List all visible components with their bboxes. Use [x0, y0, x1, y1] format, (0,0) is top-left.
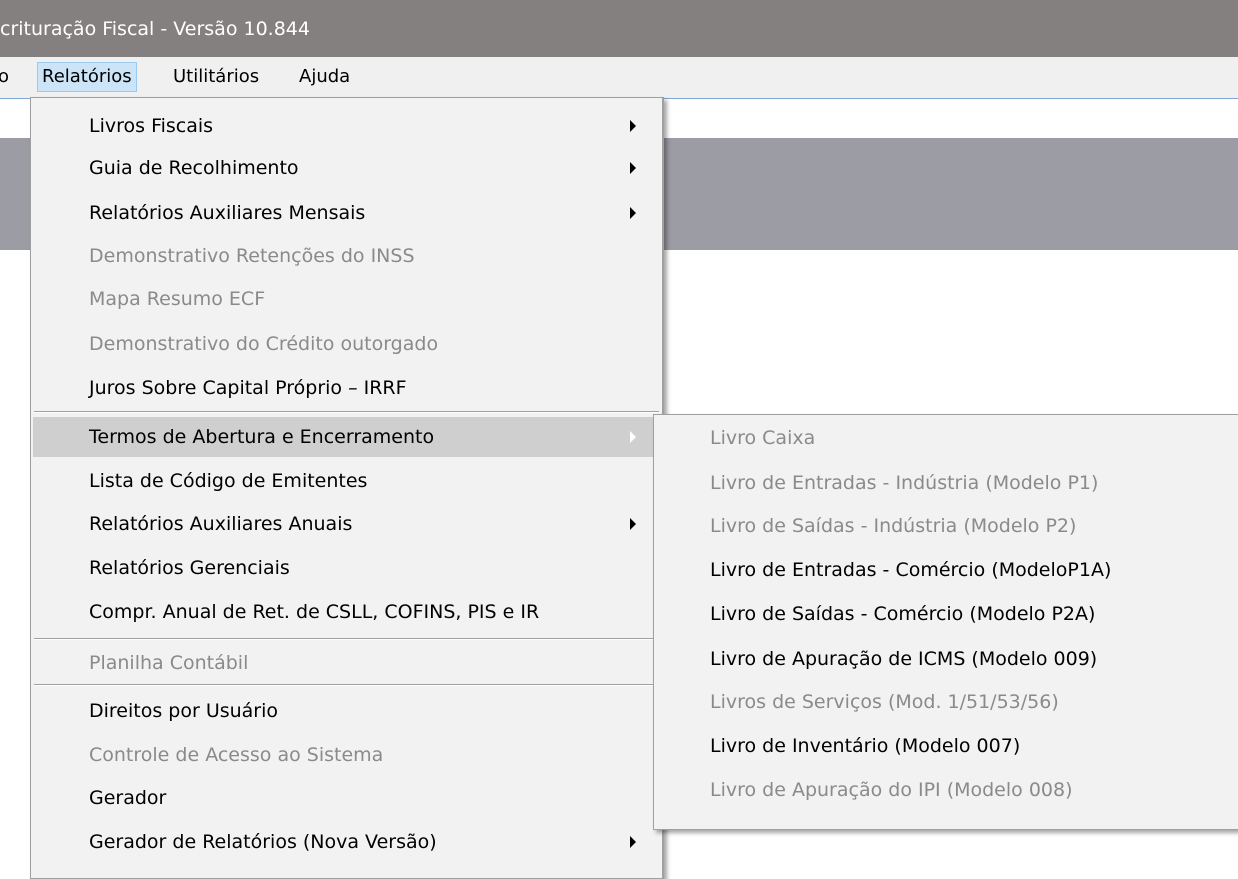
submenu-item-label: Livro de Saídas - Comércio (Modelo P2A): [710, 603, 1096, 625]
window-title: crituração Fiscal - Versão 10.844: [0, 18, 310, 40]
menu-item-label: Mapa Resumo ECF: [89, 288, 266, 310]
menu-item-mapa-resumo-ecf: Mapa Resumo ECF: [33, 279, 660, 319]
submenu-arrow-icon: [630, 431, 636, 443]
menu-item-label: Livros Fiscais: [89, 115, 214, 137]
submenu-item-label: Livro de Saídas - Indústria (Modelo P2): [710, 515, 1077, 537]
submenu-item-label: Livro de Apuração de ICMS (Modelo 009): [710, 648, 1098, 670]
menu-item-label: Demonstrativo Retenções do INSS: [89, 245, 415, 267]
title-bar: crituração Fiscal - Versão 10.844: [0, 0, 1238, 57]
workspace-edge: [0, 250, 12, 866]
menu-item-label: Juros Sobre Capital Próprio – IRRF: [89, 377, 407, 399]
menu-item-gerador[interactable]: Gerador: [33, 778, 660, 818]
menubar-item-ajuda[interactable]: Ajuda: [295, 62, 354, 92]
relatorios-menu: Livros Fiscais Guia de Recolhimento Rela…: [30, 97, 664, 879]
submenu-item-label: Livro de Entradas - Indústria (Modelo P1…: [710, 472, 1099, 494]
menu-item-controle-acesso-sistema: Controle de Acesso ao Sistema: [33, 735, 660, 775]
menu-item-label: Compr. Anual de Ret. de CSLL, COFINS, PI…: [89, 601, 540, 623]
menu-item-livros-fiscais[interactable]: Livros Fiscais: [33, 106, 660, 146]
submenu-item-livro-saidas-comercio[interactable]: Livro de Saídas - Comércio (Modelo P2A): [656, 594, 1237, 634]
menu-item-label: Gerador: [89, 787, 167, 809]
menubar-item-relatorios[interactable]: Relatórios: [37, 62, 137, 92]
submenu-arrow-icon: [630, 836, 636, 848]
submenu-item-label: Livros de Serviços (Mod. 1/51/53/56): [710, 691, 1059, 713]
menu-item-label: Termos de Abertura e Encerramento: [89, 426, 435, 448]
submenu-item-livro-inventario[interactable]: Livro de Inventário (Modelo 007): [656, 726, 1237, 766]
submenu-item-livro-saidas-industria: Livro de Saídas - Indústria (Modelo P2): [656, 506, 1237, 546]
menu-item-label: Relatórios Auxiliares Mensais: [89, 202, 366, 224]
submenu-item-label: Livro de Inventário (Modelo 007): [710, 735, 1021, 757]
submenu-item-livro-apuracao-ipi: Livro de Apuração do IPI (Modelo 008): [656, 770, 1237, 810]
menu-item-label: Relatórios Auxiliares Anuais: [89, 513, 353, 535]
menu-item-lista-codigo-emitentes[interactable]: Lista de Código de Emitentes: [33, 461, 660, 501]
submenu-item-label: Livro de Apuração do IPI (Modelo 008): [710, 779, 1073, 801]
menubar-item-utilitarios[interactable]: Utilitários: [169, 62, 263, 92]
submenu-item-livro-caixa: Livro Caixa: [656, 418, 1237, 458]
submenu-item-label: Livro Caixa: [710, 427, 816, 449]
submenu-item-livro-entradas-industria: Livro de Entradas - Indústria (Modelo P1…: [656, 463, 1237, 503]
menu-item-label: Guia de Recolhimento: [89, 157, 299, 179]
submenu-arrow-icon: [630, 162, 636, 174]
submenu-arrow-icon: [630, 207, 636, 219]
menu-item-planilha-contabil: Planilha Contábil: [33, 643, 660, 683]
menu-item-relatorios-auxiliares-anuais[interactable]: Relatórios Auxiliares Anuais: [33, 504, 660, 544]
termos-submenu: Livro Caixa Livro de Entradas - Indústri…: [653, 414, 1238, 830]
menu-item-gerador-relatorios-nova-versao[interactable]: Gerador de Relatórios (Nova Versão): [33, 822, 660, 862]
menu-item-demonstrativo-credito-outorgado: Demonstrativo do Crédito outorgado: [33, 324, 660, 364]
menu-separator: [34, 411, 659, 413]
menu-item-label: Planilha Contábil: [89, 652, 249, 674]
submenu-item-livro-apuracao-icms[interactable]: Livro de Apuração de ICMS (Modelo 009): [656, 639, 1237, 679]
menu-item-label: Relatórios Gerenciais: [89, 557, 290, 579]
menu-item-direitos-por-usuario[interactable]: Direitos por Usuário: [33, 691, 660, 731]
menu-item-label: Demonstrativo do Crédito outorgado: [89, 333, 439, 355]
menu-item-relatorios-auxiliares-mensais[interactable]: Relatórios Auxiliares Mensais: [33, 193, 660, 233]
submenu-arrow-icon: [630, 120, 636, 132]
menu-item-compr-anual-ret[interactable]: Compr. Anual de Ret. de CSLL, COFINS, PI…: [33, 592, 660, 632]
menu-item-relatorios-gerenciais[interactable]: Relatórios Gerenciais: [33, 548, 660, 588]
menu-item-label: Direitos por Usuário: [89, 700, 279, 722]
submenu-item-livro-entradas-comercio[interactable]: Livro de Entradas - Comércio (ModeloP1A): [656, 550, 1237, 590]
menu-item-guia-de-recolhimento[interactable]: Guia de Recolhimento: [33, 148, 660, 188]
menu-item-label: Lista de Código de Emitentes: [89, 470, 368, 492]
menu-item-termos-de-abertura[interactable]: Termos de Abertura e Encerramento: [33, 417, 660, 457]
submenu-arrow-icon: [630, 518, 636, 530]
menu-item-juros-sobre-capital-proprio[interactable]: Juros Sobre Capital Próprio – IRRF: [33, 368, 660, 408]
menu-separator: [34, 684, 659, 686]
submenu-item-label: Livro de Entradas - Comércio (ModeloP1A): [710, 559, 1112, 581]
submenu-item-livros-de-servicos: Livros de Serviços (Mod. 1/51/53/56): [656, 682, 1237, 722]
menu-item-label: Controle de Acesso ao Sistema: [89, 744, 384, 766]
menu-bar: o Relatórios Utilitários Ajuda: [0, 57, 1238, 98]
menu-separator: [34, 638, 659, 640]
menubar-item-partial[interactable]: o: [0, 62, 13, 92]
menu-item-demonstrativo-retencoes-inss: Demonstrativo Retenções do INSS: [33, 236, 660, 276]
menu-item-label: Gerador de Relatórios (Nova Versão): [89, 831, 437, 853]
